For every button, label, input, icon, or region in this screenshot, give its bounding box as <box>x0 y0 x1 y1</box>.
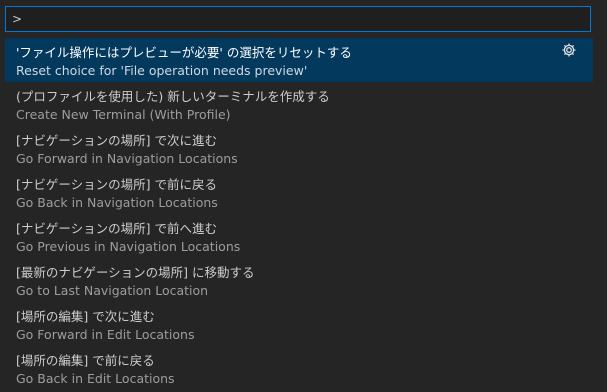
command-detail: Go Forward in Navigation Locations <box>16 151 238 166</box>
command-label: [ナビゲーションの場所] で前に戻る <box>16 177 217 192</box>
list-item[interactable]: [最新のナビゲーションの場所] に移動する Go to Last Navigat… <box>5 258 593 302</box>
list-item[interactable]: [ナビゲーションの場所] で次に進む Go Forward in Navigat… <box>5 126 593 170</box>
command-detail: Go Back in Edit Locations <box>16 371 175 386</box>
list-item[interactable]: [場所の編集] で次に進む Go Forward in Edit Locatio… <box>5 302 593 346</box>
list-item[interactable]: [場所の編集] で前に戻る Go Back in Edit Locations <box>5 346 593 390</box>
command-detail: Reset choice for 'File operation needs p… <box>16 63 308 78</box>
command-input[interactable] <box>6 7 590 31</box>
command-label: [ナビゲーションの場所] で前へ進む <box>16 221 217 236</box>
command-input-box[interactable] <box>5 6 591 32</box>
command-label: [場所の編集] で前に戻る <box>16 353 155 368</box>
command-list: 'ファイル操作にはプレビューが必要' の選択をリセットする Reset choi… <box>5 38 593 390</box>
command-palette: 'ファイル操作にはプレビューが必要' の選択をリセットする Reset choi… <box>0 0 607 392</box>
command-detail: Go Previous in Navigation Locations <box>16 239 241 254</box>
command-label: (プロファイルを使用した) 新しいターミナルを作成する <box>16 89 330 104</box>
list-item[interactable]: [ナビゲーションの場所] で前へ進む Go Previous in Naviga… <box>5 214 593 258</box>
command-detail: Create New Terminal (With Profile) <box>16 107 231 122</box>
command-label: [場所の編集] で次に進む <box>16 309 155 324</box>
command-detail: Go Back in Navigation Locations <box>16 195 218 210</box>
gear-icon[interactable] <box>561 42 577 58</box>
command-label: 'ファイル操作にはプレビューが必要' の選択をリセットする <box>16 45 352 60</box>
command-label: [ナビゲーションの場所] で次に進む <box>16 133 217 148</box>
scrollbar-track[interactable] <box>593 38 607 392</box>
command-detail: Go Forward in Edit Locations <box>16 327 195 342</box>
list-item[interactable]: 'ファイル操作にはプレビューが必要' の選択をリセットする Reset choi… <box>5 38 593 82</box>
list-item[interactable]: [ナビゲーションの場所] で前に戻る Go Back in Navigation… <box>5 170 593 214</box>
command-label: [最新のナビゲーションの場所] に移動する <box>16 265 255 280</box>
command-detail: Go to Last Navigation Location <box>16 283 209 298</box>
list-item[interactable]: (プロファイルを使用した) 新しいターミナルを作成する Create New T… <box>5 82 593 126</box>
